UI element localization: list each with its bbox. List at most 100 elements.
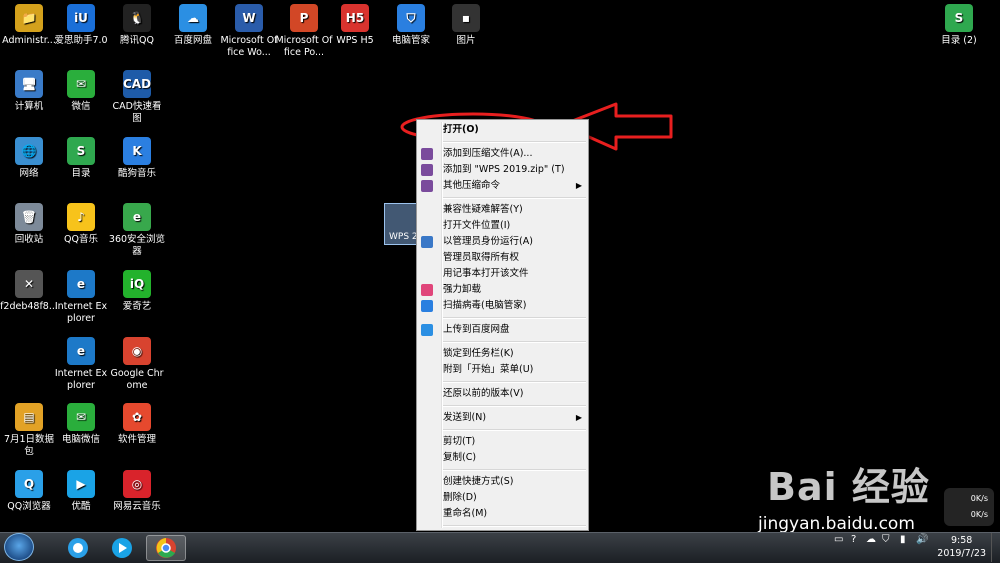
app-icon: iQ <box>123 270 151 298</box>
app-icon: ◉ <box>123 337 151 365</box>
desktop-icon[interactable]: 🌐 网络 <box>0 137 58 180</box>
desktop-icon[interactable]: ▶ 优酷 <box>52 470 110 513</box>
menu-item[interactable]: 管理员取得所有权 <box>417 250 588 266</box>
desktop-icon[interactable]: 🖥 计算机 <box>0 70 58 113</box>
menu-item[interactable]: 剪切(T) <box>417 434 588 450</box>
winrar-icon <box>421 148 433 160</box>
desktop-icon-label: 360安全浏览器 <box>108 234 166 257</box>
app-icon: P <box>290 4 318 32</box>
desktop-icon[interactable]: S 目录 <box>52 137 110 180</box>
desktop-icon-label: 爱思助手7.0 <box>54 35 108 46</box>
menu-item[interactable]: 扫描病毒(电脑管家) <box>417 298 588 314</box>
menu-item[interactable]: 上传到百度网盘 <box>417 322 588 338</box>
show-desktop-button[interactable] <box>991 533 1000 562</box>
tray-help-icon[interactable]: ? <box>851 534 856 545</box>
desktop-icon-label: 计算机 <box>14 101 44 112</box>
desktop-icon[interactable]: iU 爱思助手7.0 <box>52 4 110 47</box>
desktop-icon[interactable]: ⛉ 电脑管家 <box>382 4 440 47</box>
desktop-icon[interactable]: H5 WPS H5 <box>326 4 384 47</box>
menu-item[interactable]: 附到「开始」菜单(U) <box>417 362 588 378</box>
desktop-icon[interactable]: ✕ f2deb48f8... <box>0 270 58 313</box>
context-menu: 打开(O) 添加到压缩文件(A)... 添加到 "WPS 2019.zip" (T)… <box>416 119 589 543</box>
menu-item-label: 复制(C) <box>443 452 477 463</box>
menu-item-label: 剪切(T) <box>443 436 476 447</box>
desktop-icon[interactable]: 📁 Administr... <box>0 4 58 47</box>
qq-browser-icon[interactable] <box>58 535 98 561</box>
desktop-icon-label: Microsoft Office Po... <box>275 35 333 58</box>
menu-item-label: 删除(D) <box>443 492 477 503</box>
desktop-icon[interactable]: P Microsoft Office Po... <box>275 4 333 59</box>
desktop-icon[interactable]: W Microsoft Office Wo... <box>220 4 278 59</box>
desktop-icon[interactable]: e Internet Explorer <box>52 337 110 392</box>
desktop-icon[interactable]: ☁ 百度网盘 <box>164 4 222 47</box>
app-icon: K <box>123 137 151 165</box>
desktop-icon[interactable]: e Internet Explorer <box>52 270 110 325</box>
desktop-icon[interactable]: ▪ 图片 <box>437 4 495 47</box>
menu-item[interactable]: 添加到 "WPS 2019.zip" (T) <box>417 162 588 178</box>
menu-item[interactable]: 用记事本打开该文件 <box>417 266 588 282</box>
desktop-icon[interactable]: K 酷狗音乐 <box>108 137 166 180</box>
start-button[interactable] <box>4 533 34 561</box>
menu-item[interactable]: 其他压缩命令 ▶ <box>417 178 588 194</box>
taskbar-clock[interactable]: 9:58 2019/7/23 <box>937 534 986 560</box>
baidu-watermark: Bai 经验 jingyan.baidu.com <box>758 456 967 534</box>
desktop-icon-label: 优酷 <box>71 501 91 512</box>
desktop-icon[interactable]: ◎ 网易云音乐 <box>108 470 166 513</box>
desktop-icon-label: 网络 <box>19 168 39 179</box>
submenu-arrow-icon: ▶ <box>575 181 582 190</box>
app-icon: ⛉ <box>397 4 425 32</box>
menu-separator <box>443 405 586 407</box>
desktop-icon[interactable]: ♪ QQ音乐 <box>52 203 110 246</box>
menu-item[interactable]: 复制(C) <box>417 450 588 466</box>
app-icon: W <box>235 4 263 32</box>
app-icon: 📁 <box>15 4 43 32</box>
desktop-icon[interactable]: Q QQ浏览器 <box>0 470 58 513</box>
desktop-icon[interactable]: ▤ 7月1日数据包 <box>0 403 58 458</box>
youku-icon[interactable] <box>102 535 142 561</box>
desktop-icon[interactable]: e 360安全浏览器 <box>108 203 166 258</box>
desktop-icon[interactable]: 🗑 回收站 <box>0 203 58 246</box>
menu-item[interactable]: 删除(D) <box>417 490 588 506</box>
desktop-icon[interactable]: S 目录 (2) <box>930 4 988 47</box>
menu-item[interactable]: 添加到压缩文件(A)... <box>417 146 588 162</box>
menu-item[interactable]: 发送到(N) ▶ <box>417 410 588 426</box>
menu-item-label: 用记事本打开该文件 <box>443 268 529 279</box>
desktop-icon[interactable]: 🐧 腾讯QQ <box>108 4 166 47</box>
menu-item[interactable]: 创建快捷方式(S) <box>417 474 588 490</box>
tray-shield-icon[interactable]: ⛉ <box>882 534 890 545</box>
menu-item[interactable]: 重命名(M) <box>417 506 588 522</box>
desktop-icon[interactable]: CAD CAD快速看图 <box>108 70 166 125</box>
desktop-icon-label: CAD快速看图 <box>112 101 162 124</box>
net-up: 0K/s <box>970 494 988 503</box>
guard-icon <box>421 300 433 312</box>
menu-item[interactable]: 打开(O) <box>417 122 588 138</box>
tray-volume-icon[interactable]: 🔊 <box>916 534 928 545</box>
chrome-icon[interactable] <box>146 535 186 561</box>
menu-item[interactable]: 兼容性疑难解答(Y) <box>417 202 588 218</box>
winrar-icon <box>421 164 433 176</box>
desktop-icon[interactable]: ✿ 软件管理 <box>108 403 166 446</box>
menu-item-label: 添加到 "WPS 2019.zip" (T) <box>443 164 565 175</box>
desktop-icon-label: 7月1日数据包 <box>3 434 55 457</box>
app-icon: e <box>123 203 151 231</box>
tray-battery-icon[interactable]: ▭ <box>834 534 843 545</box>
submenu-arrow-icon: ▶ <box>575 413 582 422</box>
menu-item[interactable]: 以管理员身份运行(A) <box>417 234 588 250</box>
tray-network-icon[interactable]: ▮ <box>900 534 906 545</box>
desktop-icon[interactable]: iQ 爱奇艺 <box>108 270 166 313</box>
desktop-icon-label: 微信 <box>71 101 91 112</box>
menu-item[interactable]: 强力卸载 <box>417 282 588 298</box>
desktop-icon-label: 回收站 <box>14 234 44 245</box>
app-icon: ✕ <box>15 270 43 298</box>
desktop-icon-label: WPS H5 <box>336 35 374 46</box>
desktop-icon[interactable]: ✉ 微信 <box>52 70 110 113</box>
menu-item-label: 锁定到任务栏(K) <box>443 348 514 359</box>
desktop-icon[interactable]: ◉ Google Chrome <box>108 337 166 392</box>
menu-separator <box>443 429 586 431</box>
desktop-icon[interactable]: ✉ 电脑微信 <box>52 403 110 446</box>
app-icon: ▤ <box>15 403 43 431</box>
menu-item[interactable]: 打开文件位置(I) <box>417 218 588 234</box>
menu-item[interactable]: 锁定到任务栏(K) <box>417 346 588 362</box>
menu-item[interactable]: 还原以前的版本(V) <box>417 386 588 402</box>
tray-cloud-icon[interactable]: ☁ <box>866 534 876 545</box>
